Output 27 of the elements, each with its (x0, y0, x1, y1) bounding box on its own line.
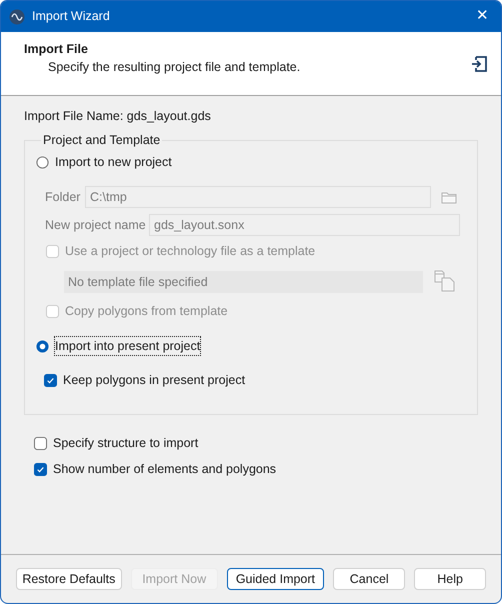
dialog-button[interactable]: Cancel (333, 568, 406, 590)
dialog-button[interactable]: Help (414, 568, 486, 590)
group-title: Project and Template (42, 132, 162, 148)
checkbox[interactable] (34, 436, 47, 450)
field-label: New project name (45, 216, 147, 234)
close-button[interactable]: ✕ (472, 5, 493, 28)
checkbox[interactable] (34, 462, 47, 476)
window-title: Import Wizard (32, 8, 110, 26)
page-subtitle: Specify the resulting project file and template. (48, 59, 302, 76)
file-name-text: Import File Name: gds_layout.gds (24, 108, 212, 125)
dialog-button[interactable]: Guided Import (226, 568, 324, 590)
checkbox-label[interactable]: Keep polygons in present project (63, 371, 246, 389)
documents-icon (434, 270, 456, 293)
dialog-button[interactable]: Restore Defaults (16, 568, 122, 590)
radio-label[interactable]: Import to new project (55, 153, 172, 171)
checkbox-label[interactable]: Specify structure to import (53, 434, 198, 452)
checkbox[interactable] (44, 374, 57, 386)
radio-button[interactable] (36, 156, 49, 168)
page-title: Import File (24, 41, 89, 58)
folder-icon (441, 190, 457, 204)
template-file-field: No template file specified (64, 270, 423, 292)
field-label: Folder (45, 188, 82, 206)
checkbox-label[interactable]: Show number of elements and polygons (53, 460, 276, 478)
import-icon (471, 54, 489, 74)
radio-label[interactable]: Import into present project (54, 336, 202, 356)
radio-button[interactable] (36, 340, 49, 352)
app-icon (9, 8, 25, 24)
